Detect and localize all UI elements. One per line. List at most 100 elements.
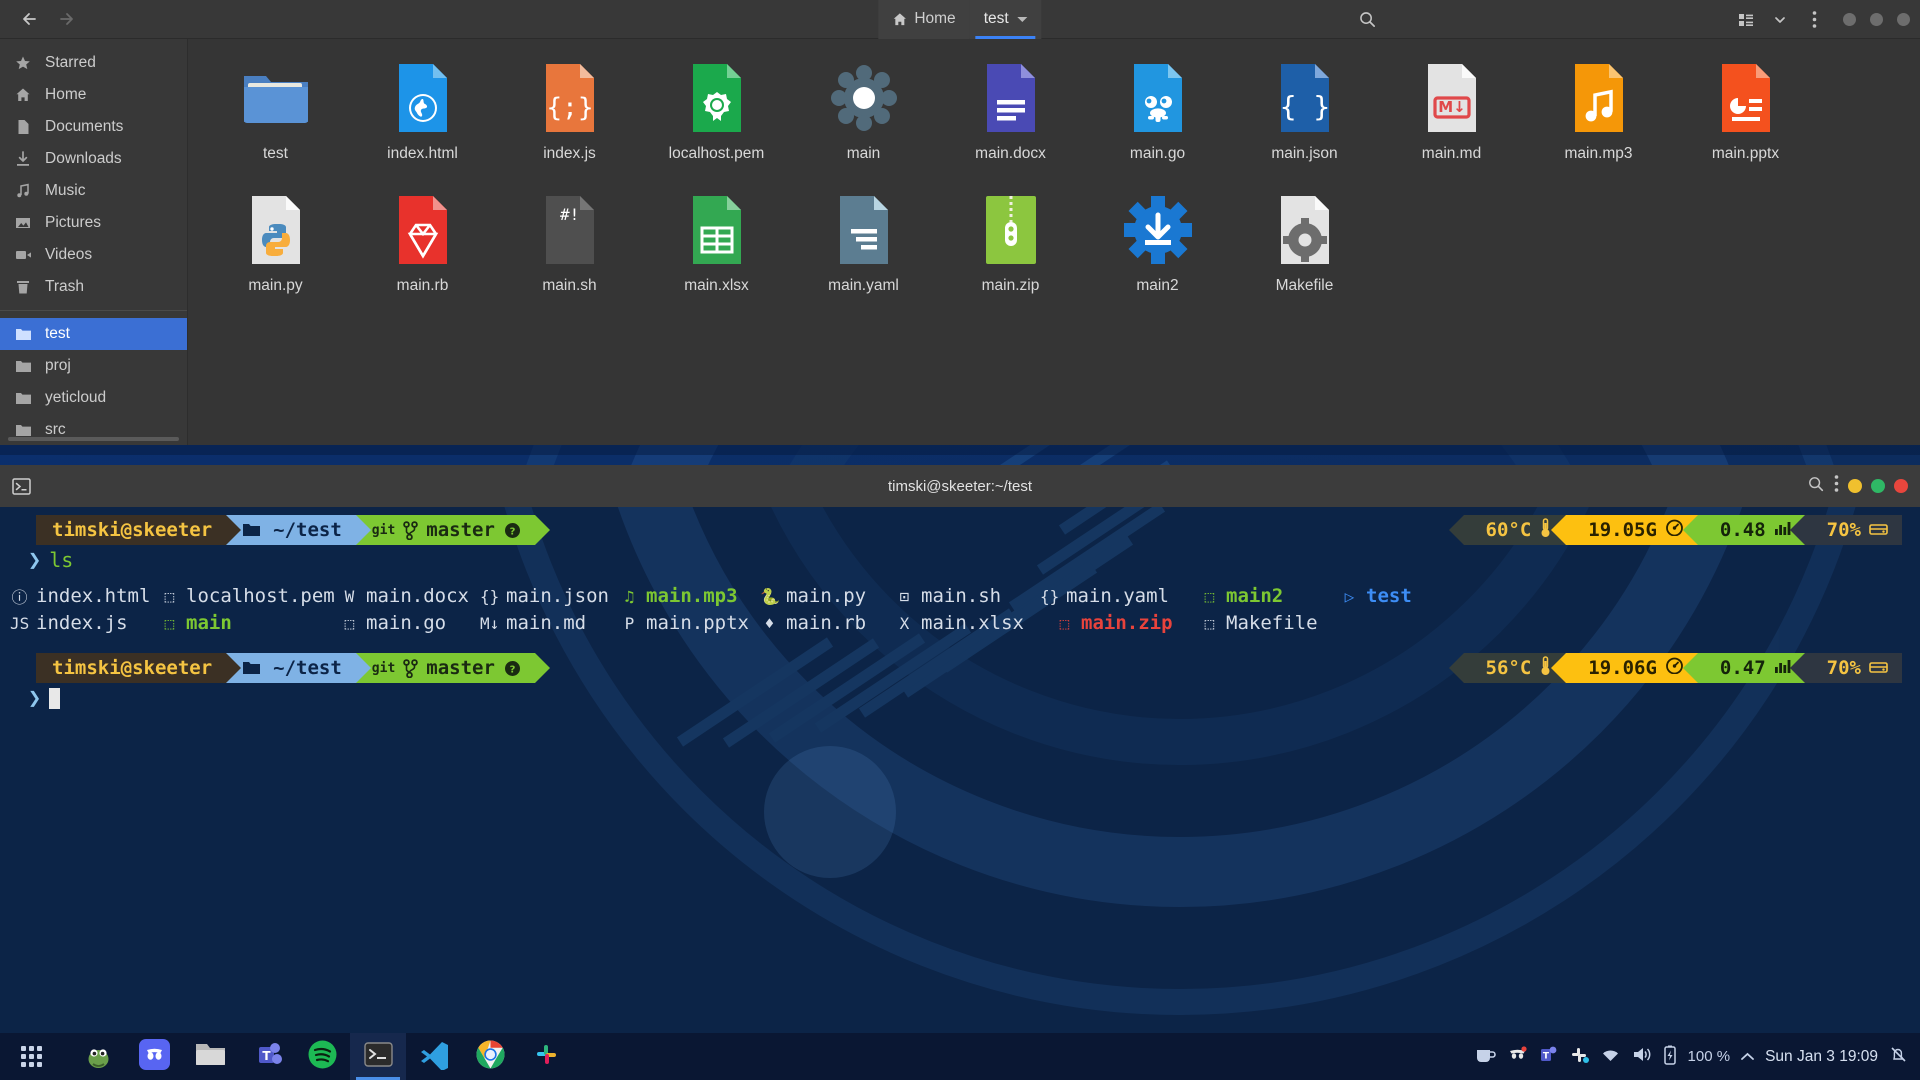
docx-file-glyph: W xyxy=(340,587,359,606)
back-button[interactable] xyxy=(18,8,40,30)
breadcrumb-home[interactable]: Home xyxy=(878,0,969,39)
file-item-localhost-pem[interactable]: localhost.pem xyxy=(643,49,790,181)
ls-file-name: main.docx xyxy=(366,585,469,607)
app-grid-icon[interactable] xyxy=(0,1033,62,1080)
chevron-up-icon[interactable] xyxy=(1741,1048,1754,1065)
sidebar-label: Starred xyxy=(45,54,96,72)
file-item-main-md[interactable]: M↓ main.md xyxy=(1378,49,1525,181)
sidebar-item-starred[interactable]: Starred xyxy=(0,47,187,79)
close-button[interactable] xyxy=(1897,13,1910,26)
taskbar-app-list: T xyxy=(70,1033,574,1080)
file-manager-window: Home test xyxy=(0,0,1920,445)
status-memory: 19.05G xyxy=(1566,515,1698,545)
file-item-main-go[interactable]: main.go xyxy=(1084,49,1231,181)
file-grid-area: test index.html xyxy=(188,39,1920,445)
slack-icon[interactable] xyxy=(1569,1045,1589,1069)
sidebar-item-test[interactable]: test xyxy=(0,318,187,350)
json-file-icon: { } xyxy=(1268,61,1342,135)
ls-file-name: main.zip xyxy=(1081,612,1173,634)
sidebar-label: yeticloud xyxy=(45,389,106,407)
ruby-file-glyph: ♦ xyxy=(760,614,779,633)
sidebar-divider xyxy=(0,310,187,311)
download-icon xyxy=(14,150,32,168)
search-button[interactable] xyxy=(1358,0,1377,39)
forward-button[interactable] xyxy=(56,8,78,30)
minimize-button[interactable] xyxy=(1843,13,1856,26)
coffee-cup-icon[interactable] xyxy=(1475,1046,1496,1068)
taskbar-app-slack[interactable] xyxy=(518,1033,574,1080)
taskbar-app-vscode[interactable] xyxy=(406,1033,462,1080)
load-value: 0.48 xyxy=(1720,519,1766,541)
file-item-main2[interactable]: main2 xyxy=(1084,181,1231,313)
file-item-main-rb[interactable]: main.rb xyxy=(349,181,496,313)
chevron-down-icon[interactable] xyxy=(1765,5,1795,35)
wifi-icon[interactable] xyxy=(1600,1047,1621,1067)
terminal-titlebar: timski@skeeter:~/test xyxy=(0,465,1920,507)
gimp-icon xyxy=(83,1039,114,1075)
terminal-body[interactable]: timski@skeeter ~/test git xyxy=(0,507,1920,1033)
bell-off-icon[interactable] xyxy=(1889,1045,1908,1068)
sidebar-item-trash[interactable]: Trash xyxy=(0,271,187,303)
file-item-main-docx[interactable]: main.docx xyxy=(937,49,1084,181)
taskbar-app-gimp[interactable] xyxy=(70,1033,126,1080)
battery-charging-icon[interactable] xyxy=(1663,1045,1677,1069)
sidebar-item-pictures[interactable]: Pictures xyxy=(0,207,187,239)
kebab-menu-icon[interactable] xyxy=(1799,5,1829,35)
view-list-icon[interactable] xyxy=(1731,5,1761,35)
clock[interactable]: Sun Jan 3 19:09 xyxy=(1765,1048,1878,1066)
sidebar-item-yeticloud[interactable]: yeticloud xyxy=(0,382,187,414)
taskbar-app-chrome[interactable] xyxy=(462,1033,518,1080)
sidebar-label: test xyxy=(45,325,70,343)
prompt-user: timski@skeeter xyxy=(52,657,212,679)
status-disk: 70% xyxy=(1805,515,1902,545)
prompt-branch: master xyxy=(426,519,495,541)
teams-icon[interactable]: T xyxy=(1539,1045,1558,1068)
search-icon[interactable] xyxy=(1807,475,1825,498)
makefile-glyph: ⬚ xyxy=(1200,614,1219,633)
file-item-index-js[interactable]: {;} index.js xyxy=(496,49,643,181)
sidebar-item-music[interactable]: Music xyxy=(0,175,187,207)
maximize-button[interactable] xyxy=(1871,479,1885,493)
powerpoint-file-icon xyxy=(1709,61,1783,135)
file-item-main-yaml[interactable]: main.yaml xyxy=(790,181,937,313)
file-item-main-py[interactable]: main.py xyxy=(202,181,349,313)
minimize-button[interactable] xyxy=(1848,479,1862,493)
terminal-input-line[interactable]: ❯ xyxy=(28,683,1920,713)
close-button[interactable] xyxy=(1894,479,1908,493)
spreadsheet-file-icon xyxy=(680,193,754,267)
file-item-index-html[interactable]: index.html xyxy=(349,49,496,181)
file-item-main-mp3[interactable]: main.mp3 xyxy=(1525,49,1672,181)
temperature-value: 60°C xyxy=(1486,519,1532,541)
sidebar-item-downloads[interactable]: Downloads xyxy=(0,143,187,175)
file-item-main-sh[interactable]: #! main.sh xyxy=(496,181,643,313)
file-item-main-xlsx[interactable]: main.xlsx xyxy=(643,181,790,313)
taskbar-app-teams[interactable]: T xyxy=(238,1033,294,1080)
breadcrumb-test[interactable]: test xyxy=(970,0,1042,39)
sidebar-item-proj[interactable]: proj xyxy=(0,350,187,382)
sidebar-scrollbar[interactable] xyxy=(8,437,179,441)
discord-icon[interactable] xyxy=(1507,1046,1528,1067)
kebab-menu-icon[interactable] xyxy=(1834,474,1839,498)
file-item-main-pptx[interactable]: main.pptx xyxy=(1672,49,1819,181)
taskbar-app-files[interactable] xyxy=(182,1033,238,1080)
ls-file-name: main2 xyxy=(1226,585,1283,607)
sidebar-item-videos[interactable]: Videos xyxy=(0,239,187,271)
picture-icon xyxy=(14,214,32,232)
file-item-main[interactable]: main xyxy=(790,49,937,181)
file-item-main-zip[interactable]: main.zip xyxy=(937,181,1084,313)
navigation-buttons xyxy=(18,8,78,30)
taskbar-app-discord[interactable] xyxy=(126,1033,182,1080)
maximize-button[interactable] xyxy=(1870,13,1883,26)
git-label: git xyxy=(372,661,395,676)
file-label: index.js xyxy=(543,145,596,163)
file-item-main-json[interactable]: { } main.json xyxy=(1231,49,1378,181)
file-item-makefile[interactable]: Makefile xyxy=(1231,181,1378,313)
system-tray: T 100 % Sun Jan 3 19:09 xyxy=(1475,1045,1908,1069)
file-item-test[interactable]: test xyxy=(202,49,349,181)
sidebar-item-documents[interactable]: Documents xyxy=(0,111,187,143)
taskbar-app-spotify[interactable] xyxy=(294,1033,350,1080)
sidebar-item-home[interactable]: Home xyxy=(0,79,187,111)
speaker-icon[interactable] xyxy=(1632,1046,1652,1067)
file-label: main.py xyxy=(248,277,302,295)
taskbar-app-terminal[interactable] xyxy=(350,1033,406,1080)
